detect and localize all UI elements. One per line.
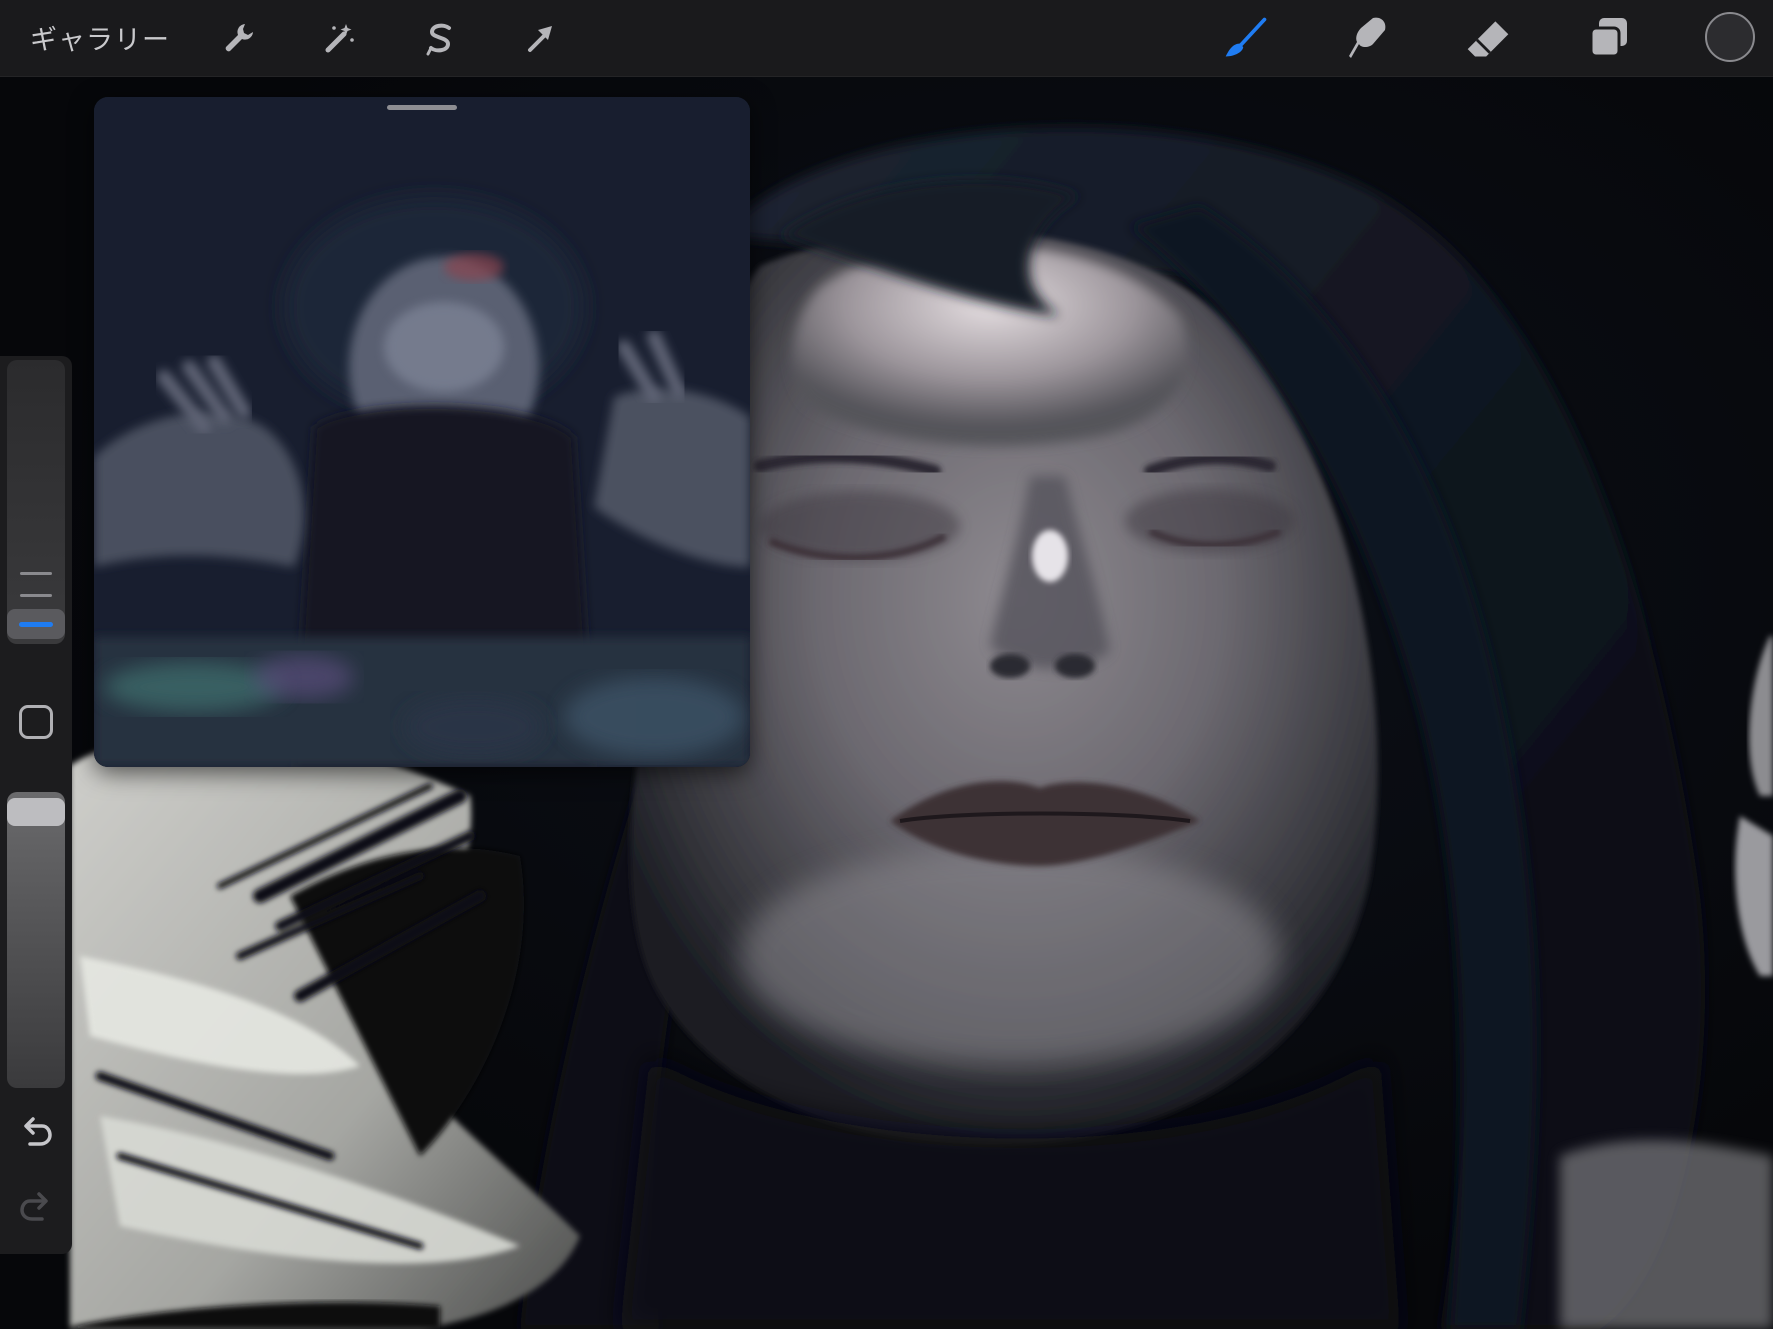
- brush-size-thumb[interactable]: [7, 609, 65, 639]
- smudge-button[interactable]: [1343, 14, 1391, 62]
- reference-window[interactable]: [94, 97, 750, 767]
- size-tick: [20, 572, 52, 575]
- eraser-icon: [1467, 21, 1509, 57]
- size-tick: [20, 594, 52, 597]
- redo-button[interactable]: [18, 1189, 54, 1225]
- selection-button[interactable]: [416, 14, 464, 62]
- layers-icon: [1589, 18, 1627, 58]
- undo-arrow-icon: [24, 1117, 52, 1146]
- adjustments-button[interactable]: [316, 14, 364, 62]
- opacity-thumb[interactable]: [7, 798, 65, 826]
- reference-drag-handle[interactable]: [387, 105, 457, 110]
- smudge-finger-icon: [1349, 17, 1386, 58]
- opacity-slider[interactable]: [7, 792, 65, 1088]
- arrow-cursor-icon: [528, 26, 552, 52]
- brush-button[interactable]: [1222, 14, 1270, 62]
- magic-wand-icon: [325, 24, 354, 53]
- eraser-button[interactable]: [1464, 14, 1512, 62]
- gallery-button[interactable]: ギャラリー: [30, 18, 170, 57]
- brush-icon: [1225, 17, 1267, 57]
- redo-arrow-icon: [20, 1192, 48, 1221]
- procreate-app: ギャラリー: [0, 0, 1773, 1329]
- color-picker-button[interactable]: [1705, 12, 1755, 62]
- brush-size-indicator: [19, 622, 53, 627]
- left-sidebar: [0, 356, 72, 1254]
- selection-s-icon: [426, 23, 451, 56]
- wrench-icon: [225, 24, 253, 52]
- top-toolbar: ギャラリー: [0, 0, 1773, 77]
- reference-image: [94, 97, 750, 767]
- brush-size-slider[interactable]: [7, 360, 65, 644]
- transform-button[interactable]: [516, 14, 564, 62]
- undo-button[interactable]: [18, 1114, 54, 1150]
- actions-button[interactable]: [215, 14, 263, 62]
- layers-button[interactable]: [1585, 14, 1633, 62]
- modify-square-icon[interactable]: [19, 705, 53, 739]
